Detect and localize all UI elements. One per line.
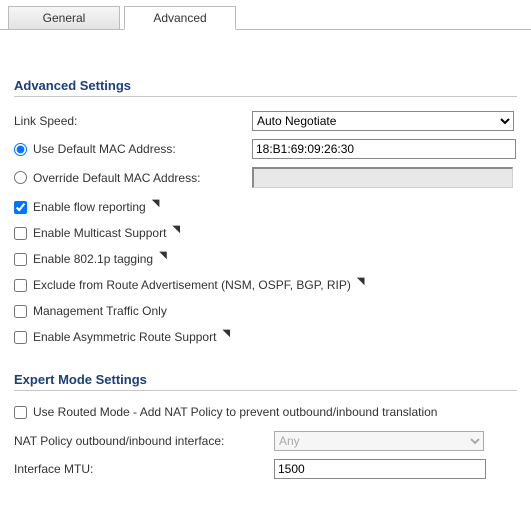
interface-mtu-field[interactable] (274, 459, 486, 479)
link-speed-select[interactable]: Auto Negotiate (252, 111, 514, 131)
caret-icon: ◥ (159, 250, 167, 261)
panel: Advanced Settings Link Speed: Auto Negot… (0, 30, 531, 497)
nat-policy-label: NAT Policy outbound/inbound interface: (14, 434, 274, 448)
row-exclude-route: Exclude from Route Advertisement (NSM, O… (14, 278, 517, 292)
link-speed-label: Link Speed: (14, 114, 252, 128)
interface-mtu-label: Interface MTU: (14, 462, 274, 476)
row-interface-mtu: Interface MTU: (14, 459, 517, 479)
row-routed-mode: Use Routed Mode - Add NAT Policy to prev… (14, 405, 517, 419)
enable-8021p-label: Enable 802.1p tagging (33, 252, 153, 266)
exclude-route-adv-checkbox[interactable] (14, 279, 27, 292)
use-default-mac-radio[interactable] (14, 143, 27, 156)
override-mac-label: Override Default MAC Address: (33, 171, 200, 185)
tab-general[interactable]: General (8, 6, 120, 30)
row-asym-route: Enable Asymmetric Route Support ◥ (14, 330, 517, 344)
tab-advanced[interactable]: Advanced (124, 6, 236, 30)
enable-flow-reporting-checkbox[interactable] (14, 201, 27, 214)
override-mac-radio[interactable] (14, 171, 27, 184)
asym-route-label: Enable Asymmetric Route Support (33, 330, 216, 344)
enable-flow-reporting-label: Enable flow reporting (33, 200, 146, 214)
row-link-speed: Link Speed: Auto Negotiate (14, 111, 517, 131)
row-flow-reporting: Enable flow reporting ◥ (14, 200, 517, 214)
row-mgmt-only: Management Traffic Only (14, 304, 517, 318)
enable-multicast-label: Enable Multicast Support (33, 226, 166, 240)
mgmt-traffic-only-label: Management Traffic Only (33, 304, 167, 318)
enable-8021p-checkbox[interactable] (14, 253, 27, 266)
section-title-advanced: Advanced Settings (14, 78, 517, 97)
row-default-mac: Use Default MAC Address: (14, 139, 517, 159)
nat-policy-select: Any (274, 431, 484, 451)
override-mac-field (252, 167, 513, 188)
section-title-expert: Expert Mode Settings (14, 372, 517, 391)
use-default-mac-label: Use Default MAC Address: (33, 142, 176, 156)
row-8021p: Enable 802.1p tagging ◥ (14, 252, 517, 266)
exclude-route-adv-label: Exclude from Route Advertisement (NSM, O… (33, 278, 351, 292)
default-mac-field[interactable] (252, 139, 516, 159)
enable-multicast-checkbox[interactable] (14, 227, 27, 240)
use-routed-mode-checkbox[interactable] (14, 406, 27, 419)
mgmt-traffic-only-checkbox[interactable] (14, 305, 27, 318)
row-multicast: Enable Multicast Support ◥ (14, 226, 517, 240)
row-override-mac: Override Default MAC Address: (14, 167, 517, 188)
caret-icon: ◥ (152, 198, 160, 209)
tab-bar: General Advanced (8, 6, 531, 30)
row-nat-policy: NAT Policy outbound/inbound interface: A… (14, 431, 517, 451)
caret-icon: ◥ (172, 224, 180, 235)
asym-route-checkbox[interactable] (14, 331, 27, 344)
caret-icon: ◥ (222, 328, 230, 339)
use-routed-mode-label: Use Routed Mode - Add NAT Policy to prev… (33, 405, 437, 419)
caret-icon: ◥ (357, 276, 365, 287)
